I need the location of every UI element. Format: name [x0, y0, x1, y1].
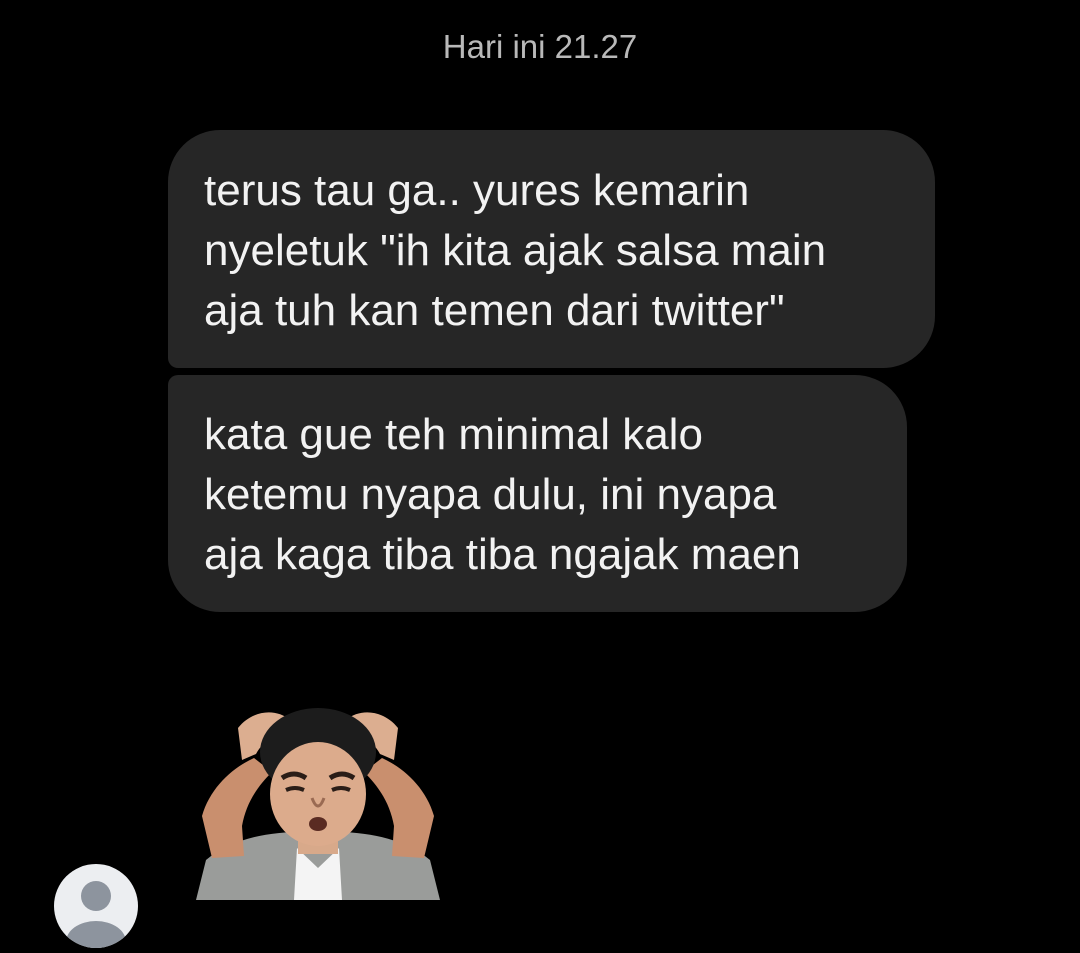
received-message-bubble[interactable]: kata gue teh minimal kalo ketemu nyapa d…: [168, 375, 907, 612]
sticker-message[interactable]: [192, 698, 444, 900]
man-holding-head-sticker-icon: [196, 708, 440, 900]
received-message-bubble[interactable]: terus tau ga.. yures kemarin nyeletuk "i…: [168, 130, 935, 368]
person-icon: [66, 881, 126, 948]
message-timestamp: Hari ini 21.27: [442, 28, 638, 65]
sender-avatar[interactable]: [54, 864, 138, 948]
